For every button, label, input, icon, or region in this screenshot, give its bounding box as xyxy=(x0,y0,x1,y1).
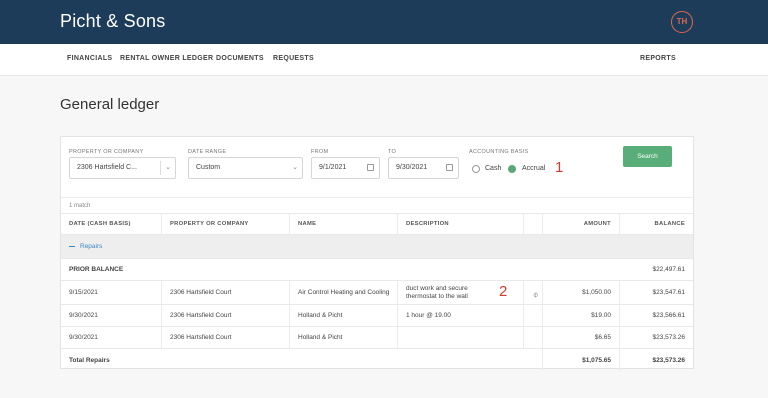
row-property: 2306 Hartsfield Court xyxy=(170,289,232,296)
table-row[interactable]: 9/15/2021 2306 Hartsfield Court Air Cont… xyxy=(61,281,693,305)
table-header: DATE (CASH BASIS) PROPERTY OR COMPANY NA… xyxy=(61,213,693,235)
date-range-value: Custom xyxy=(196,164,221,171)
row-property: 2306 Hartsfield Court xyxy=(170,334,232,341)
annotation-marker-2: 2 xyxy=(499,283,508,300)
group-row[interactable]: Repairs xyxy=(61,235,693,259)
date-range-label: DATE RANGE xyxy=(188,149,227,155)
user-avatar[interactable]: TH xyxy=(671,11,693,33)
property-select[interactable]: 2306 Hartsfield C... ⌄ xyxy=(69,157,176,179)
row-amount: $19.00 xyxy=(591,312,611,319)
app-title[interactable]: Picht & Sons xyxy=(60,11,165,32)
row-balance: $23,573.26 xyxy=(652,334,685,341)
to-date-value: 9/30/2021 xyxy=(396,164,428,171)
row-date: 9/15/2021 xyxy=(69,289,98,296)
from-label: FROM xyxy=(311,149,329,155)
col-property[interactable]: PROPERTY OR COMPANY xyxy=(162,214,289,234)
total-row: Total Repairs $1,075.65 $23,573.26 xyxy=(61,349,693,371)
cash-radio-label[interactable]: Cash xyxy=(485,165,501,172)
paperclip-icon[interactable]: ⌀ xyxy=(531,290,540,300)
group-label[interactable]: Repairs xyxy=(80,243,102,250)
table-row[interactable]: 9/30/2021 2306 Hartsfield Court Holland … xyxy=(61,327,693,349)
prior-balance-row: PRIOR BALANCE $22,497.61 xyxy=(61,259,693,281)
row-name: Air Control Heating and Cooling xyxy=(298,288,390,296)
accrual-radio[interactable] xyxy=(508,165,516,173)
prior-balance-label: PRIOR BALANCE xyxy=(69,266,124,273)
row-description: 1 hour @ 19.00 xyxy=(406,312,451,319)
to-label: TO xyxy=(388,149,397,155)
col-balance[interactable]: BALANCE xyxy=(620,214,693,234)
row-name: Holland & Picht xyxy=(298,312,343,319)
row-property: 2306 Hartsfield Court xyxy=(170,312,232,319)
page-title: General ledger xyxy=(60,96,160,113)
total-amount: $1,075.65 xyxy=(582,356,611,364)
row-description: duct work and secure thermostat to the w… xyxy=(406,284,468,300)
annotation-marker-1: 1 xyxy=(555,159,564,176)
row-balance: $23,566.61 xyxy=(652,312,685,319)
search-button[interactable]: Search xyxy=(623,146,672,167)
from-date-value: 9/1/2021 xyxy=(319,164,347,171)
nav-rental-owner-ledger[interactable]: RENTAL OWNER LEDGER xyxy=(120,55,213,62)
col-date[interactable]: DATE (CASH BASIS) xyxy=(61,214,161,234)
from-date-input[interactable]: 9/1/2021 xyxy=(311,157,380,179)
chevron-down-icon: ⌄ xyxy=(292,164,298,171)
row-date: 9/30/2021 xyxy=(69,312,98,319)
top-bar: Picht & Sons TH xyxy=(0,0,768,44)
row-description xyxy=(398,327,524,348)
nav-documents[interactable]: DOCUMENTS xyxy=(216,55,264,62)
match-count: 1 match xyxy=(61,197,693,213)
row-name: Holland & Picht xyxy=(298,334,343,341)
prior-balance-value: $22,497.61 xyxy=(652,266,685,273)
total-balance: $23,573.26 xyxy=(652,356,685,364)
cash-radio[interactable] xyxy=(472,165,480,173)
ledger-panel: PROPERTY OR COMPANY 2306 Hartsfield C...… xyxy=(60,136,694,371)
select-divider xyxy=(160,161,161,175)
main-nav: FINANCIALS RENTAL OWNER LEDGER DOCUMENTS… xyxy=(0,44,768,76)
col-description[interactable]: DESCRIPTION xyxy=(398,214,524,234)
minus-icon xyxy=(69,245,75,248)
nav-financials[interactable]: FINANCIALS xyxy=(67,55,112,62)
table-row[interactable]: 9/30/2021 2306 Hartsfield Court Holland … xyxy=(61,305,693,327)
property-value: 2306 Hartsfield C... xyxy=(77,164,137,171)
date-range-select[interactable]: Custom ⌄ xyxy=(188,157,303,179)
accrual-radio-label[interactable]: Accrual xyxy=(522,165,545,172)
calendar-icon[interactable] xyxy=(367,164,374,171)
row-balance: $23,547.61 xyxy=(652,289,685,296)
calendar-icon[interactable] xyxy=(446,164,453,171)
col-name[interactable]: NAME xyxy=(290,214,397,234)
row-date: 9/30/2021 xyxy=(69,334,98,341)
total-label: Total Repairs xyxy=(69,356,110,364)
row-amount: $1,050.00 xyxy=(582,289,611,296)
accounting-basis-label: ACCOUNTING BASIS xyxy=(469,149,529,155)
chevron-down-icon: ⌄ xyxy=(165,164,171,171)
to-date-input[interactable]: 9/30/2021 xyxy=(388,157,459,179)
nav-requests[interactable]: REQUESTS xyxy=(273,55,314,62)
filter-bar: PROPERTY OR COMPANY 2306 Hartsfield C...… xyxy=(61,137,693,195)
col-amount[interactable]: AMOUNT xyxy=(543,214,619,234)
nav-reports[interactable]: REPORTS xyxy=(640,55,676,62)
property-label: PROPERTY OR COMPANY xyxy=(69,149,144,155)
group-toggle[interactable]: Repairs xyxy=(61,235,261,258)
row-amount: $6.65 xyxy=(594,334,611,341)
